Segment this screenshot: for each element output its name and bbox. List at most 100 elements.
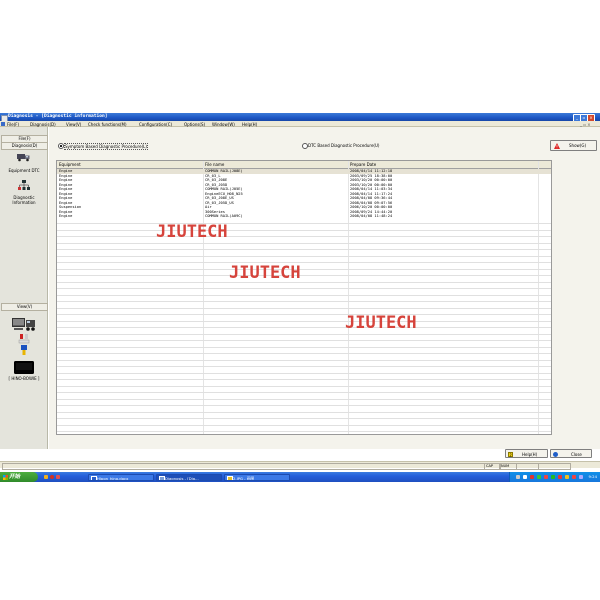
close-circle-icon: [553, 451, 558, 457]
grid-line: [57, 327, 551, 328]
results-table: Equipment File name Prepare Date Engine …: [56, 160, 552, 435]
tray-icon[interactable]: [572, 475, 576, 479]
grid-line: [57, 398, 551, 399]
grid-line: [57, 294, 551, 295]
windows-logo-icon: [3, 474, 8, 480]
grid-line: [57, 275, 551, 276]
grid-line: [57, 418, 551, 419]
column-prepare-date[interactable]: Prepare Date: [348, 161, 541, 169]
status-panel: [538, 463, 571, 470]
quicklaunch-icon[interactable]: [50, 475, 54, 479]
help-icon: ?: [508, 451, 513, 458]
grid-line: [57, 223, 551, 224]
nav-equipment-dtc[interactable]: Equipment DTC: [0, 168, 48, 174]
computer-truck-icon: [12, 317, 36, 333]
mdi-controls[interactable]: _ ▫ ×: [580, 122, 591, 127]
status-panel: [516, 463, 539, 470]
tray-icon[interactable]: [537, 475, 541, 479]
cell-prepare-date: 2008/04/08 11:48:24: [350, 214, 393, 218]
grid-line: [57, 333, 551, 334]
connector-icon: [18, 334, 30, 357]
taskbar-item-label: Hlpon_hino.docx: [97, 475, 129, 481]
tray-icon[interactable]: [565, 475, 569, 479]
grid-line: [57, 314, 551, 315]
truck-icon[interactable]: [17, 153, 31, 163]
taskbar-item-label: 2.JPG - 画图: [233, 475, 255, 481]
grid-line: [57, 249, 551, 250]
tray-icon[interactable]: [516, 475, 520, 479]
cell-file-name: COMMON RAIL(A09C): [205, 214, 243, 218]
app-window-icon: [159, 476, 165, 480]
start-button[interactable]: 开始: [0, 472, 38, 482]
grid-line: [57, 301, 551, 302]
start-label: 开始: [9, 474, 21, 480]
grid-line: [57, 353, 551, 354]
clock: 9:24: [588, 474, 597, 479]
grid-line: [57, 392, 551, 393]
tray-icon[interactable]: [544, 475, 548, 479]
grid-line: [57, 262, 551, 263]
grid-line: [57, 405, 551, 406]
watermark-text: JIUTECH: [156, 222, 228, 242]
table-row[interactable]: Engine COMMON RAIL(A09C) 2008/04/08 11:4…: [57, 214, 551, 219]
nav-device-label: [ HINO-BOWIE ]: [8, 376, 40, 381]
grid-line: [57, 424, 551, 425]
tray-icon[interactable]: [530, 475, 534, 479]
taskbar-item-label: Diagnosis - [Dia...: [165, 475, 199, 481]
radio-symptom-label[interactable]: Symptom Based Diagnostic Procedure(L): [64, 142, 148, 150]
taskbar: 开始 Hlpon_hino.docx Diagnosis - [Dia... 2…: [0, 472, 600, 482]
grid-line: [57, 255, 551, 256]
close-button[interactable]: Close: [550, 449, 592, 458]
tray-icon[interactable]: [558, 475, 562, 479]
grid-line: [57, 268, 551, 269]
column-spare: [538, 161, 551, 169]
grid-line: [57, 379, 551, 380]
grid-line: [57, 281, 551, 282]
nav-view-header[interactable]: View(V): [1, 303, 48, 311]
status-num: NUM: [499, 463, 517, 470]
nav-diagnostic-information[interactable]: Diagnostic Information: [0, 195, 48, 205]
grid-line: [57, 346, 551, 347]
tray-icon[interactable]: [579, 475, 583, 479]
show-button[interactable]: Show(G): [550, 140, 597, 151]
quicklaunch-icon[interactable]: [56, 475, 60, 479]
grid-line: [57, 340, 551, 341]
grid-line: [57, 307, 551, 308]
tray-icon[interactable]: [551, 475, 555, 479]
grid-line: [57, 366, 551, 367]
help-button-label: Help(H): [522, 451, 538, 457]
status-bar: CAP NUM: [0, 461, 600, 470]
column-equipment[interactable]: Equipment: [57, 161, 206, 169]
word-icon: [91, 476, 97, 480]
help-button[interactable]: ? Help(H): [505, 449, 548, 458]
taskbar-item-word[interactable]: Hlpon_hino.docx: [88, 473, 154, 481]
paint-icon: [227, 476, 233, 480]
grid-line: [57, 385, 551, 386]
grid-line: [57, 359, 551, 360]
tray-icon[interactable]: [523, 475, 527, 479]
quicklaunch-icon[interactable]: [44, 475, 48, 479]
taskbar-item-paint[interactable]: 2.JPG - 画图: [224, 473, 290, 481]
interface-device-icon: [14, 361, 34, 375]
show-button-label: Show(G): [569, 142, 587, 148]
close-button-label: Close: [571, 451, 582, 457]
window-title: Diagnosis - [Diagnostic information]: [8, 114, 108, 119]
nav-diagnosis-header[interactable]: Diagnosis(D): [1, 142, 48, 150]
radio-dtc-label[interactable]: DTC Based Diagnostic Procedure(U): [308, 143, 379, 148]
watermark-text: JIUTECH: [345, 313, 417, 333]
column-file-name[interactable]: File name: [203, 161, 351, 169]
grid-line: [57, 431, 551, 432]
grid-line: [57, 320, 551, 321]
grid-line: [57, 288, 551, 289]
grid-line: [57, 242, 551, 243]
system-tray: 9:24: [509, 472, 600, 482]
grid-line: [57, 372, 551, 373]
grid-line: [57, 236, 551, 237]
warning-icon: [554, 142, 560, 149]
status-message-panel: [2, 463, 485, 470]
network-icon[interactable]: [18, 180, 30, 192]
watermark-text: JIUTECH: [229, 263, 301, 283]
grid-line: [57, 411, 551, 412]
left-navigation: File(F) Diagnosis(D) Equipment DTC Diagn…: [0, 127, 48, 449]
taskbar-item-diagnosis[interactable]: Diagnosis - [Dia...: [156, 473, 222, 481]
